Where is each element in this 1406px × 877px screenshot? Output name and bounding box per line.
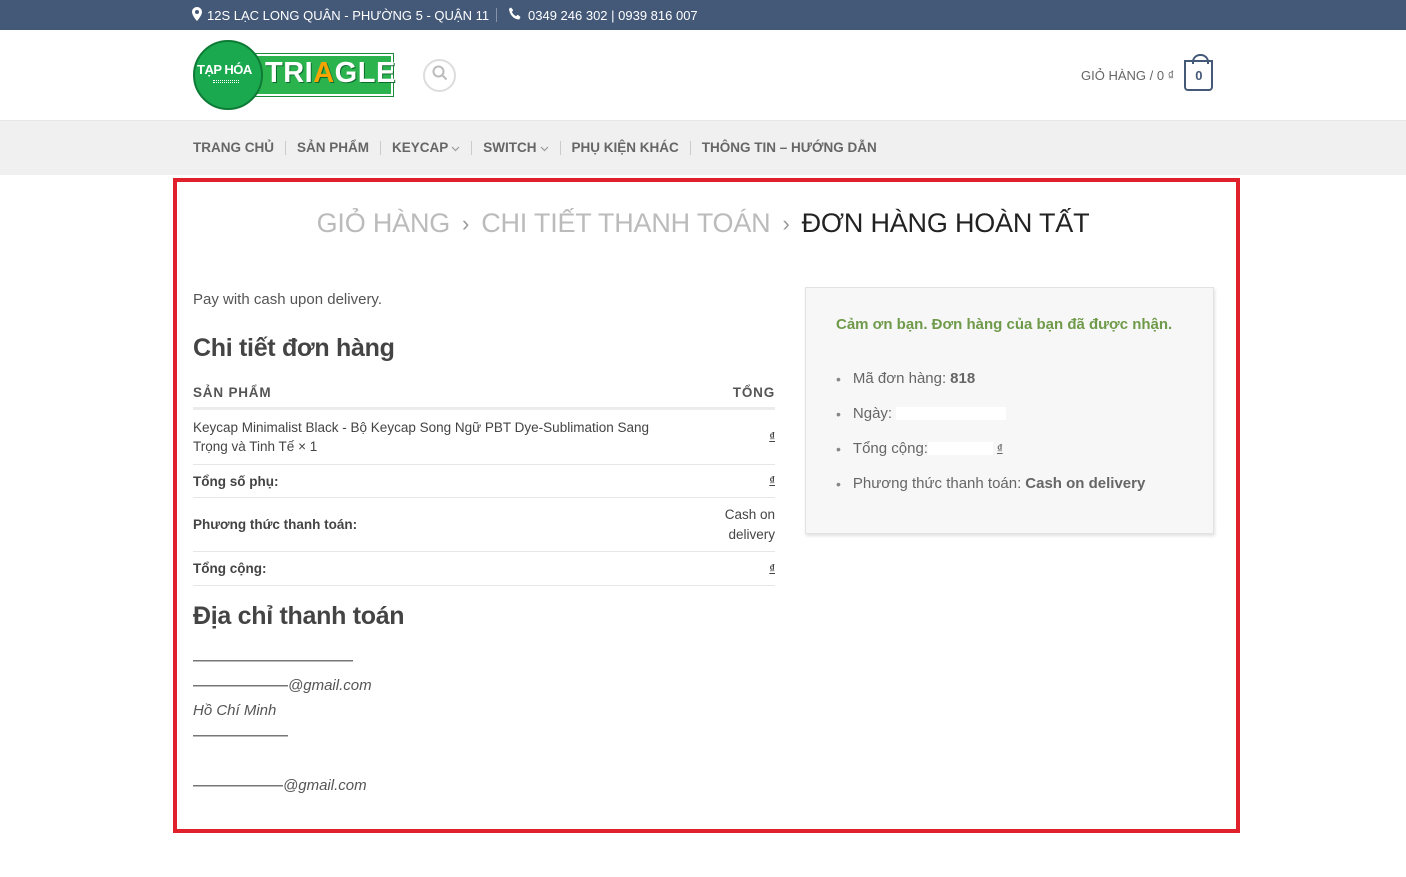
nav-item-label: PHỤ KIỆN KHÁC <box>571 140 679 155</box>
nav-item-label: THÔNG TIN – HƯỚNG DẪN <box>701 140 877 155</box>
order-item: Keycap Minimalist Black - Bộ Keycap Song… <box>193 418 663 456</box>
store-address-text: 12S LẠC LONG QUÂN - PHƯỜNG 5 - QUẬN 11 <box>207 8 490 23</box>
subtotal-value: ₫ <box>769 475 775 487</box>
nav-item-label: KEYCAP <box>392 140 449 155</box>
nav-item-label: SWITCH <box>483 140 537 155</box>
address-line <box>193 748 372 773</box>
checkout-steps: GIỎ HÀNG › CHI TIẾT THANH TOÁN › ĐƠN HÀN… <box>0 208 1406 239</box>
table-row: Keycap Minimalist Black - Bộ Keycap Song… <box>193 410 775 465</box>
phone-icon <box>508 7 522 24</box>
top-bar: 12S LẠC LONG QUÂN - PHƯỜNG 5 - QUẬN 11 0… <box>0 0 1406 30</box>
item-total: ₫ <box>769 431 775 443</box>
item-qty: × 1 <box>298 439 318 454</box>
address-city: Hồ Chí Minh <box>193 702 277 719</box>
search-button[interactable] <box>423 59 456 92</box>
total-label: Tổng cộng: <box>193 561 267 576</box>
order-overview: Mã đơn hàng:818 Ngày: Tổng cộng:₫ Phương… <box>836 361 1145 501</box>
redacted-text <box>193 780 283 793</box>
logo-small-text: TẠP HÓA <box>197 62 252 77</box>
chevron-right-icon: › <box>462 210 470 236</box>
payment-method-label: Phương thức thanh toán: <box>193 517 358 532</box>
store-phone-text: 0349 246 302 | 0939 816 007 <box>528 8 698 23</box>
redacted-text <box>193 680 288 693</box>
step-complete: ĐƠN HÀNG HOÀN TẤT <box>801 208 1090 238</box>
nav-divider <box>380 140 382 155</box>
col-product: SẢN PHẨM <box>193 385 272 400</box>
cart-count-icon[interactable]: 0 <box>1184 53 1214 91</box>
redacted-text <box>896 407 1007 420</box>
table-header: SẢN PHẨM TỔNG <box>193 385 775 410</box>
nav-list: TRANG CHỦ SẢN PHẨM KEYCAP SWITCH PHỤ KIỆN KH… <box>193 140 877 155</box>
billing-address-title: Địa chỉ thanh toán <box>193 602 405 630</box>
logo-main-text: TRIAGLE <box>265 57 396 89</box>
nav-item[interactable]: SẢN PHẨM <box>297 140 369 155</box>
chevron-down-icon <box>540 140 549 155</box>
store-phone[interactable]: 0349 246 302 | 0939 816 007 <box>508 7 698 24</box>
nav-item-label: TRANG CHỦ <box>193 140 274 155</box>
nav-divider <box>285 140 286 155</box>
redacted-text <box>927 442 993 455</box>
subtotal-label: Tổng số phụ: <box>193 473 279 489</box>
redacted-text <box>193 655 353 668</box>
address-email-1: @gmail.com <box>193 673 372 698</box>
logo-dots <box>213 80 239 83</box>
order-details-title: Chi tiết đơn hàng <box>193 334 395 362</box>
redacted-text <box>193 730 288 743</box>
item-name[interactable]: Keycap Minimalist Black - Bộ Keycap Song… <box>193 420 649 454</box>
table-row: Tổng cộng: ₫ <box>193 552 775 586</box>
nav-item-label: SẢN PHẨM <box>297 140 370 155</box>
overview-order-number: Mã đơn hàng:818 <box>836 361 1145 396</box>
overview-payment-method: Phương thức thanh toán:Cash on delivery <box>836 466 1145 501</box>
site-logo[interactable]: TẠP HÓA TRIAGLE <box>193 40 396 110</box>
topbar-divider <box>496 8 497 22</box>
cart-count: 0 <box>1195 67 1203 83</box>
store-address: 12S LẠC LONG QUÂN - PHƯỜNG 5 - QUẬN 11 <box>192 7 489 24</box>
step-cart[interactable]: GIỎ HÀNG <box>317 208 451 239</box>
col-total: TỔNG <box>732 385 775 400</box>
table-row: Phương thức thanh toán: Cash on delivery <box>193 498 775 552</box>
search-icon <box>432 65 448 86</box>
nav-item[interactable]: SWITCH <box>483 140 548 155</box>
chevron-down-icon <box>451 140 460 155</box>
nav-item[interactable]: KEYCAP <box>392 140 460 155</box>
overview-total: Tổng cộng:₫ <box>836 431 1145 466</box>
address-line <box>193 723 372 748</box>
nav-item[interactable]: THÔNG TIN – HƯỚNG DẪN <box>702 140 877 155</box>
total-value: ₫ <box>769 562 775 575</box>
chevron-right-icon: › <box>782 210 790 236</box>
payment-note: Pay with cash upon delivery. <box>193 291 382 308</box>
billing-address: @gmail.com Hồ Chí Minh @gmail.com <box>193 648 372 798</box>
step-checkout[interactable]: CHI TIẾT THANH TOÁN <box>481 208 770 239</box>
overview-date: Ngày: <box>836 396 1145 431</box>
table-row: Tổng số phụ: ₫ <box>193 465 775 498</box>
address-line <box>193 648 372 673</box>
order-received-box: Cảm ơn bạn. Đơn hàng của bạn đã được nhậ… <box>805 287 1214 534</box>
cart-label: GIỎ HÀNG / 0 ₫ <box>1081 67 1175 83</box>
map-pin-icon <box>192 7 202 24</box>
thank-you-message: Cảm ơn bạn. Đơn hàng của bạn đã được nhậ… <box>836 316 1173 333</box>
main-nav: TRANG CHỦ SẢN PHẨM KEYCAP SWITCH PHỤ KIỆN KH… <box>0 120 1406 175</box>
cart-link[interactable]: GIỎ HÀNG / 0 ₫ 0 <box>1081 53 1214 91</box>
nav-item[interactable]: PHỤ KIỆN KHÁC <box>572 140 679 155</box>
payment-method-value: Cash on delivery <box>724 506 775 542</box>
nav-divider <box>471 140 473 155</box>
nav-divider <box>559 140 561 155</box>
order-details-table: SẢN PHẨM TỔNG Keycap Minimalist Black - … <box>193 385 775 586</box>
nav-item[interactable]: TRANG CHỦ <box>193 140 274 155</box>
nav-divider <box>689 140 691 155</box>
address-email-2: @gmail.com <box>193 773 372 798</box>
